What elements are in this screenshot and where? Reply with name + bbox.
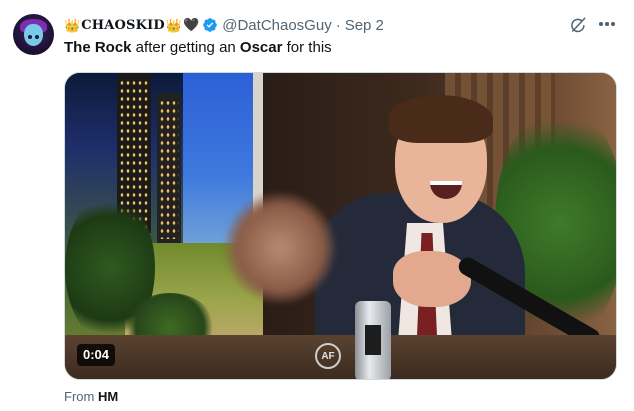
tweet-text-plain: after getting an — [131, 39, 240, 56]
tweet-text: The Rock after getting an Oscar for this — [64, 38, 332, 58]
video-person-hair — [389, 95, 493, 143]
more-options-icon[interactable] — [596, 14, 618, 34]
verified-badge-icon[interactable] — [202, 17, 218, 33]
crown-emoji: 👑 — [165, 17, 183, 33]
avatar-eye — [35, 35, 39, 39]
post-timestamp[interactable]: Sep 2 — [345, 17, 384, 34]
heart-emoji: 🖤 — [183, 17, 200, 32]
avatar[interactable] — [13, 14, 54, 55]
video-person-hand — [393, 251, 471, 307]
more-dot — [599, 22, 603, 26]
video-duration-badge: 0:04 — [77, 344, 116, 366]
media-source-label: From — [64, 389, 95, 404]
media-source-name[interactable]: HM — [98, 389, 118, 404]
more-dot — [611, 22, 615, 26]
more-dot — [605, 22, 609, 26]
video-person-hand-blur — [225, 193, 335, 303]
avatar-eye — [28, 35, 32, 39]
video-building-lights — [159, 99, 179, 239]
avatar-face — [24, 24, 43, 46]
media-source: From HM — [64, 389, 118, 404]
tweet-header: 👑 CHAOSKID 👑 🖤 @DatChaosGuy · Sep 2 — [64, 15, 384, 35]
grok-icon[interactable] — [569, 16, 587, 34]
author-handle[interactable]: @DatChaosGuy — [222, 17, 331, 34]
tweet-text-bold: Oscar — [239, 39, 283, 56]
video-desk — [65, 335, 616, 379]
video-watermark-logo: AF — [315, 343, 341, 369]
video-player[interactable]: AF — [64, 72, 617, 380]
tweet-text-bold: The Rock — [64, 39, 132, 56]
display-name[interactable]: CHAOSKID — [81, 18, 165, 33]
separator: · — [335, 16, 341, 34]
tweet-text-plain: for this — [282, 39, 332, 56]
video-can-label — [365, 325, 381, 355]
crown-emoji: 👑 — [64, 17, 81, 33]
